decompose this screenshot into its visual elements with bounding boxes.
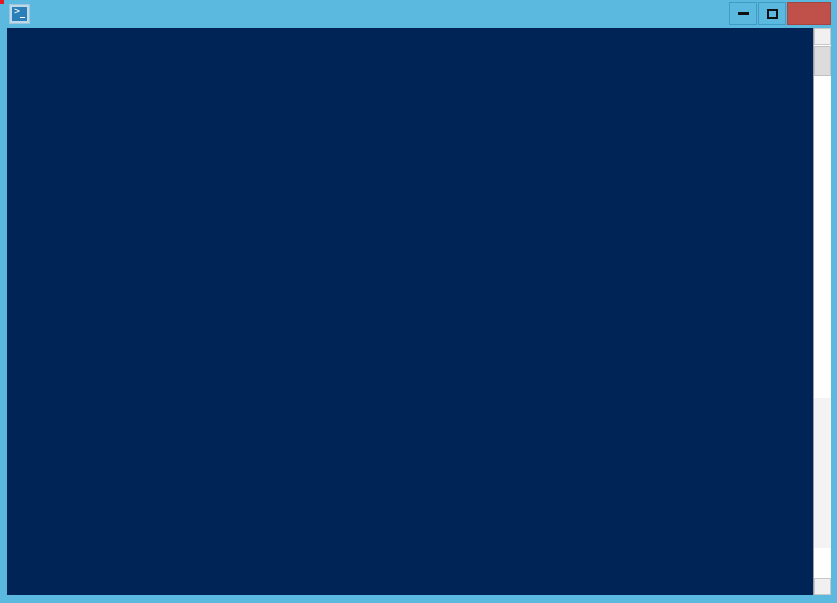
console-scrollbar[interactable]: [813, 28, 831, 595]
scroll-down-button[interactable]: [814, 578, 831, 595]
window-controls: [729, 2, 831, 25]
maximize-icon: [766, 8, 778, 19]
minimize-icon: [737, 12, 749, 15]
scroll-up-button[interactable]: [814, 28, 831, 45]
console-output-area[interactable]: [7, 28, 813, 595]
close-button[interactable]: [787, 2, 831, 25]
title-bar: [0, 0, 837, 28]
powershell-window: [0, 0, 837, 603]
maximize-button[interactable]: [758, 2, 786, 25]
minimize-button[interactable]: [729, 2, 757, 25]
scrollbar-track[interactable]: [814, 398, 831, 548]
window-title: [0, 0, 837, 28]
scrollbar-thumb[interactable]: [814, 46, 831, 76]
